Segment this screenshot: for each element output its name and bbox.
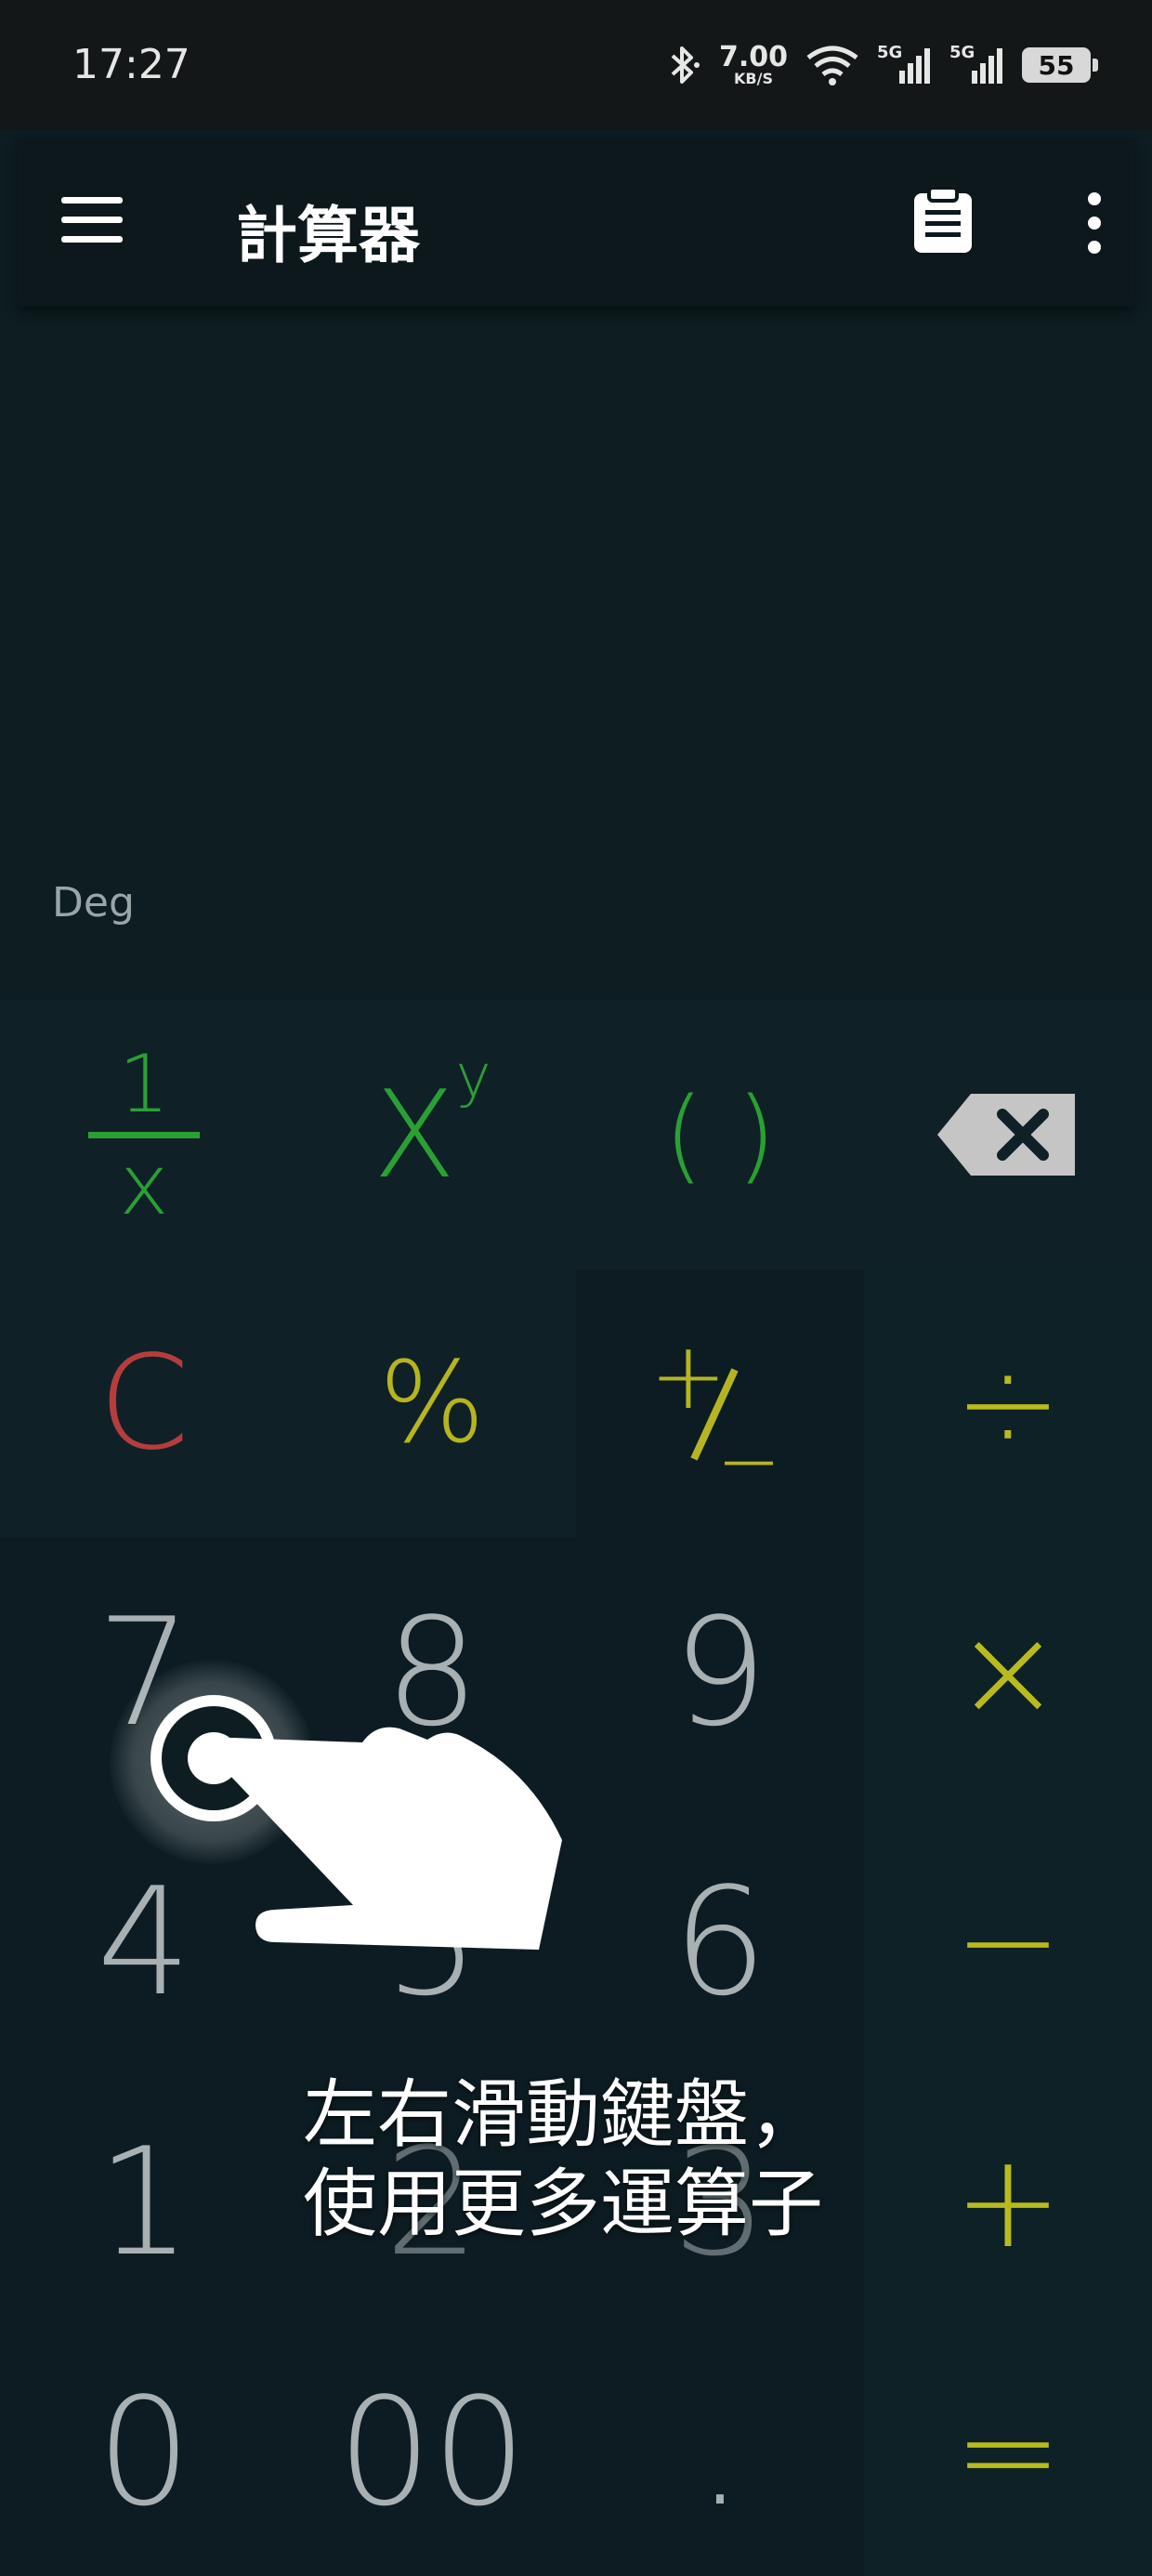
more-vert-icon[interactable] <box>1076 190 1113 256</box>
signal-icon: 5G <box>877 43 933 87</box>
digit-9-button[interactable]: 9 <box>576 1537 864 1807</box>
divide-button[interactable]: ÷ <box>864 1269 1152 1537</box>
percent-button[interactable]: % <box>288 1269 576 1537</box>
wifi-icon <box>806 46 858 85</box>
bluetooth-icon <box>671 46 700 84</box>
page-title: 計算器 <box>236 200 420 271</box>
swipe-hint: 左右滑動鍵盤， 使用更多運算子 <box>303 2070 823 2249</box>
digit-0-button[interactable]: 0 <box>0 2327 288 2576</box>
clipboard-icon[interactable] <box>910 186 975 256</box>
backspace-icon <box>937 1094 1075 1176</box>
clear-button[interactable]: C <box>0 1269 288 1537</box>
net-speed: 7.00 KB/S <box>718 41 788 87</box>
swipe-hint-line-1: 左右滑動鍵盤， <box>303 2071 823 2158</box>
battery-icon: 55 <box>1022 47 1098 83</box>
plus-button[interactable]: + <box>864 2076 1152 2327</box>
decimal-point-button[interactable]: . <box>576 2327 864 2576</box>
minus-button[interactable]: − <box>864 1807 1152 2076</box>
digit-1-button[interactable]: 1 <box>0 2076 288 2327</box>
swipe-hint-line-2: 使用更多運算子 <box>303 2161 823 2247</box>
swipe-hand-icon <box>151 1695 562 1950</box>
digit-6-button[interactable]: 6 <box>576 1807 864 2076</box>
reciprocal-button[interactable]: 1 x <box>0 1000 288 1269</box>
digit-00-button[interactable]: 00 <box>288 2327 576 2576</box>
equals-button[interactable]: = <box>864 2327 1152 2576</box>
parentheses-button[interactable]: ( ) <box>576 1000 864 1269</box>
app-bar: 計算器 <box>17 138 1135 307</box>
backspace-button[interactable] <box>864 1000 1152 1269</box>
status-bar: 17:27 7.00 KB/S 5G 5G 55 <box>0 0 1152 130</box>
power-button[interactable]: X y <box>288 1000 576 1269</box>
status-icons: 7.00 KB/S 5G 5G 55 <box>665 39 1098 91</box>
multiply-button[interactable]: × <box>864 1537 1152 1807</box>
sign-toggle-button[interactable]: + _ <box>576 1269 864 1537</box>
angle-mode-label[interactable]: Deg <box>52 879 135 927</box>
menu-icon[interactable] <box>61 197 123 243</box>
signal-icon: 5G <box>949 43 1005 87</box>
status-time: 17:27 <box>72 41 190 88</box>
